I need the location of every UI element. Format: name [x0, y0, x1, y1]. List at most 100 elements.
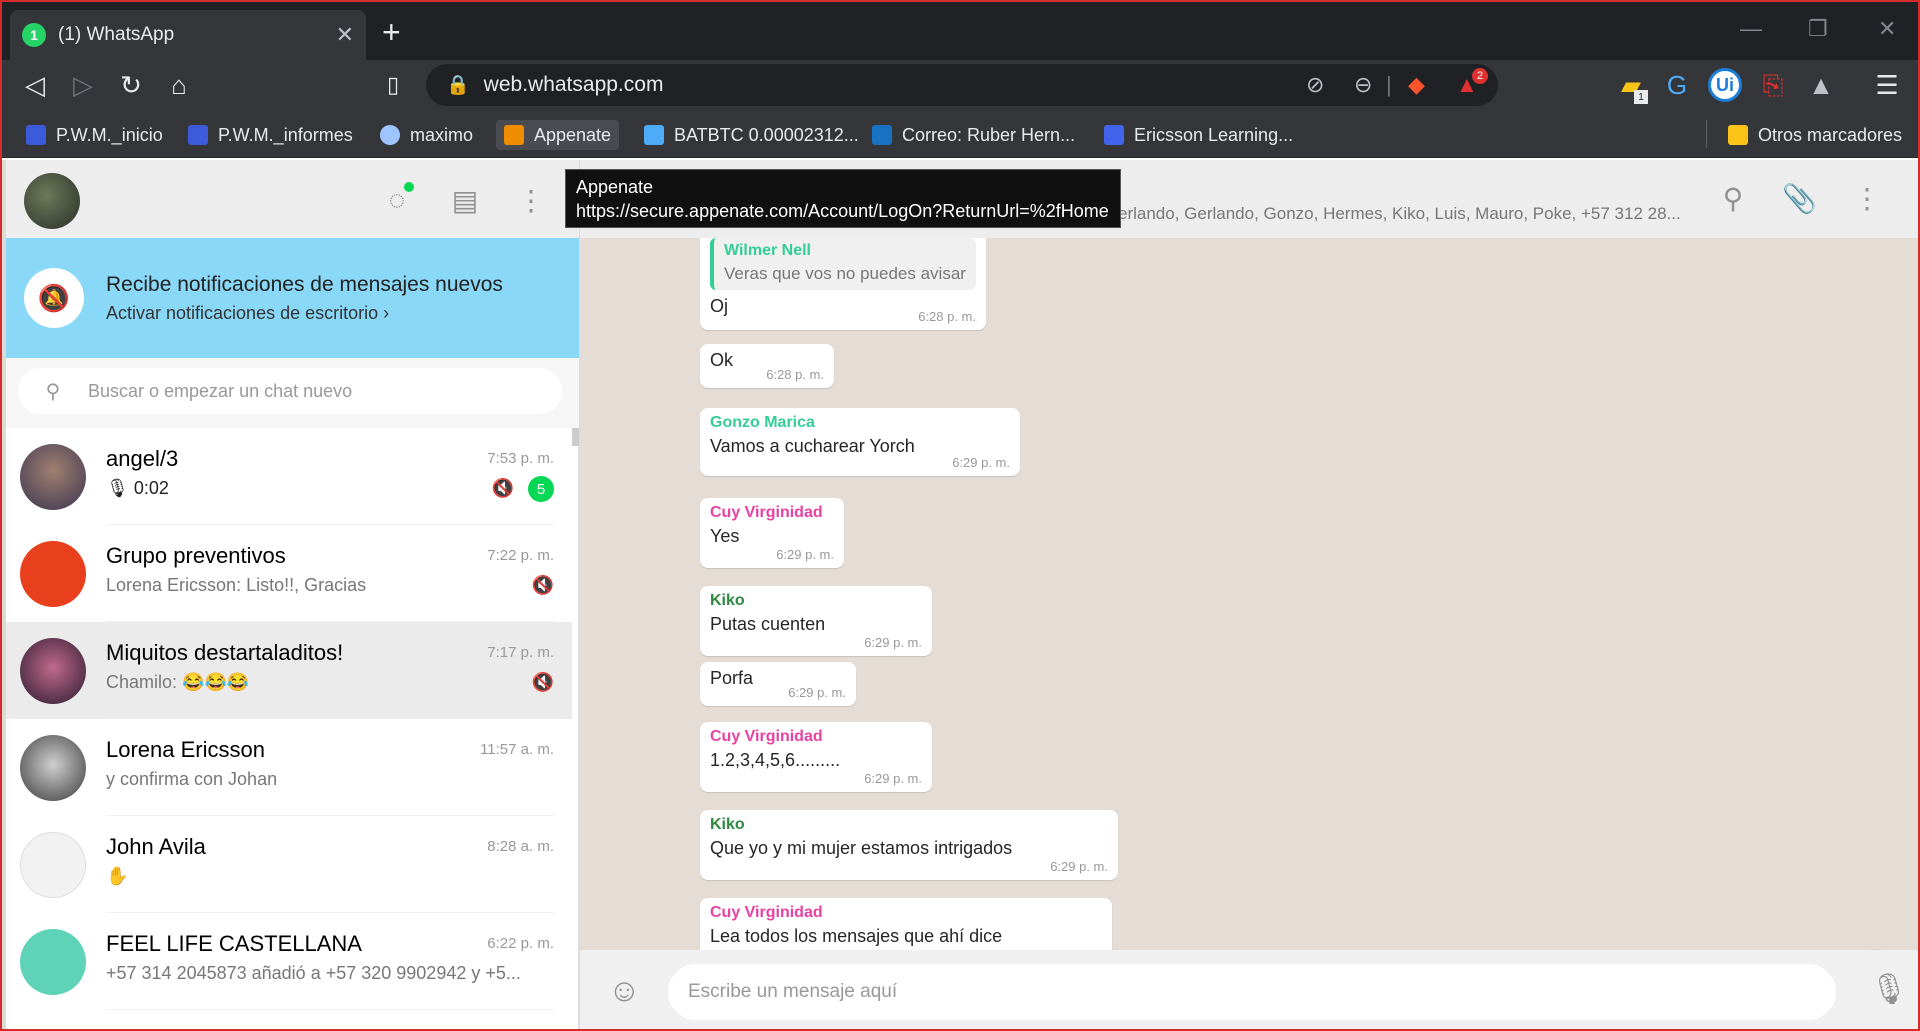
menu-icon[interactable]: ☰ [1870, 70, 1904, 100]
media-block-icon[interactable]: ⊘ [1306, 72, 1324, 98]
chat-name: angel/3 [106, 446, 179, 471]
tooltip-title: Appenate [576, 177, 654, 197]
search-input[interactable]: ⚲ Buscar o empezar un chat nuevo [18, 368, 562, 414]
chat-item[interactable]: John Avila 8:28 a. m. ✋ [6, 816, 572, 913]
muted-icon: 🔇 [531, 672, 554, 692]
other-bookmarks[interactable]: Otros marcadores [1720, 120, 1910, 150]
tab-title: (1) WhatsApp [58, 24, 175, 45]
chat-time: 8:28 a. m. [487, 838, 554, 855]
reload-icon[interactable]: ↻ [114, 70, 148, 100]
bookmark-item[interactable]: maximo [372, 120, 481, 150]
message-text: Vamos a cucharear Yorch [710, 436, 915, 456]
chat-item[interactable]: Lorena Ericsson 11:57 a. m. y confirma c… [6, 719, 572, 816]
message-author: Cuy Virginidad [710, 504, 823, 521]
bookmark-item[interactable]: BATBTC 0.00002312... [636, 120, 867, 150]
emoji-icon[interactable]: ☺ [608, 972, 641, 1009]
bookmark-item[interactable]: Ericsson Learning... [1096, 120, 1301, 150]
chat-avatar [20, 540, 86, 607]
restore-icon[interactable]: ❐ [1808, 16, 1828, 42]
chat-item-selected[interactable]: Miquitos destartaladitos! 7:17 p. m. Cha… [6, 622, 572, 719]
minimize-icon[interactable]: — [1740, 16, 1762, 42]
address-bar[interactable]: 🔒 web.whatsapp.com ⊘ ⊖ | ◆ ▲ 2 [426, 64, 1498, 106]
message-text: Lea todos los mensajes que ahí dice [710, 926, 1003, 946]
bookmark-item[interactable]: Correo: Ruber Hern... [864, 120, 1083, 150]
message-time: 6:29 p. m. [1050, 859, 1108, 874]
brave-shield-icon[interactable]: ◆ [1408, 72, 1425, 98]
profile-avatar[interactable] [24, 173, 80, 229]
quoted-message[interactable]: Wilmer Nell Veras que vos no puedes avis… [710, 238, 976, 290]
bookmark-tooltip: Appenate https://secure.appenate.com/Acc… [565, 169, 1121, 228]
back-icon[interactable]: ◁ [18, 70, 52, 100]
chat-item[interactable]: FEEL LIFE CASTELLANA 6:22 p. m. +57 314 … [6, 913, 572, 1010]
quote-text: Veras que vos no puedes avisar [724, 264, 966, 283]
bookmark-favicon-icon [644, 125, 664, 145]
chat-time: 6:22 p. m. [487, 935, 554, 952]
chat-avatar [20, 637, 86, 704]
browser-tab[interactable]: 1 (1) WhatsApp ✕ [10, 10, 366, 60]
zoom-icon[interactable]: ⊖ [1354, 72, 1372, 98]
search-icon[interactable]: ⚲ [1716, 182, 1750, 215]
chat-avatar [20, 928, 86, 995]
new-chat-icon[interactable]: ▤ [448, 184, 482, 217]
message-placeholder: Escribe un mensaje aquí [688, 981, 898, 1002]
notification-title: Recibe notificaciones de mensajes nuevos [106, 272, 503, 296]
bookmark-item[interactable]: P.W.M._informes [180, 120, 361, 150]
message-time: 6:29 p. m. [776, 547, 834, 562]
drive-extension-icon[interactable]: ▲ [1804, 70, 1838, 100]
home-icon[interactable]: ⌂ [162, 70, 196, 100]
status-dot [404, 182, 414, 192]
notification-banner[interactable]: 🔕 Recibe notificaciones de mensajes nuev… [6, 238, 579, 358]
message-text: Que yo y mi mujer estamos intrigados [710, 838, 1013, 858]
chat-list: angel/3 7:53 p. m. 🎙 0:02 🔇 5 Grupo prev… [6, 428, 572, 1029]
chat-last-message: +57 314 2045873 añadió a +57 320 9902942… [106, 963, 521, 983]
message-time: 6:28 p. m. [918, 309, 976, 324]
message-author: Cuy Virginidad [710, 904, 823, 921]
scrollbar[interactable] [572, 428, 579, 446]
divider [1706, 120, 1707, 148]
chat-last-message: Lorena Ericsson: Listo!!, Gracias [106, 575, 367, 595]
uipath-extension-icon[interactable]: Ui [1708, 68, 1742, 102]
bookmark-item[interactable]: P.W.M._inicio [18, 120, 171, 150]
bookmark-favicon-icon [872, 125, 892, 145]
chat-avatar [20, 734, 86, 801]
message-bubble: Kiko Putas cuenten 6:29 p. m. [700, 586, 932, 656]
bookmark-favicon-icon [380, 125, 400, 145]
bookmark-item-appenate[interactable]: Appenate [496, 120, 620, 150]
chat-time: 11:57 a. m. [480, 741, 554, 758]
screen: 1 (1) WhatsApp ✕ + — ❐ ✕ ◁ ▷ ↻ ⌂ ▯ 🔒 web… [0, 0, 1920, 1031]
chat-time: 7:17 p. m. [487, 644, 554, 661]
chat-item[interactable]: Grupo preventivos 7:22 p. m. Lorena Eric… [6, 525, 572, 622]
chat-item[interactable]: angel/3 7:53 p. m. 🎙 0:02 🔇 5 [6, 428, 572, 525]
new-tab-icon[interactable]: + [382, 16, 401, 48]
forward-icon[interactable]: ▷ [66, 70, 100, 100]
chat-name: John Avila [106, 834, 206, 859]
microphone-icon[interactable]: 🎙 [1870, 972, 1908, 1007]
search-placeholder: Buscar o empezar un chat nuevo [88, 380, 353, 401]
bookmark-favicon-icon [1104, 125, 1124, 145]
message-author: Kiko [710, 816, 745, 833]
attach-icon[interactable]: 📎 [1782, 182, 1817, 215]
whatsapp-favicon-icon: 1 [22, 23, 46, 47]
close-window-icon[interactable]: ✕ [1878, 16, 1896, 42]
message-area: Wilmer Nell Veras que vos no puedes avis… [580, 238, 1918, 950]
pdf-extension-icon[interactable]: ⎘ [1756, 70, 1790, 100]
translate-icon[interactable]: G [1660, 70, 1694, 100]
menu-dots-icon[interactable]: ⋮ [514, 184, 548, 217]
muted-icon: 🔇 [531, 575, 554, 595]
close-tab-icon[interactable]: ✕ [336, 22, 354, 48]
chat-name: FEEL LIFE CASTELLANA [106, 931, 362, 956]
message-author: Kiko [710, 592, 745, 609]
enable-notifications-link[interactable]: Activar notificaciones de escritorio › [106, 303, 503, 324]
chat-name: Lorena Ericsson [106, 737, 265, 762]
message-text: Putas cuenten [710, 614, 826, 634]
divider: | [1386, 72, 1392, 97]
bookmark-favicon-icon [188, 125, 208, 145]
message-time: 6:29 p. m. [952, 455, 1010, 470]
bookmark-icon[interactable]: ▯ [376, 70, 410, 100]
message-bubble: Kiko Que yo y mi mujer estamos intrigado… [700, 810, 1118, 880]
message-input[interactable]: Escribe un mensaje aquí [668, 964, 1836, 1020]
sidebar-header: ◌ ▤ ⋮ [6, 160, 579, 238]
menu-dots-icon[interactable]: ⋮ [1850, 182, 1884, 215]
bell-off-icon: 🔕 [24, 268, 84, 328]
whatsapp-app: ◌ ▤ ⋮ 🔕 Recibe notificaciones de mensaje… [2, 160, 1918, 1029]
